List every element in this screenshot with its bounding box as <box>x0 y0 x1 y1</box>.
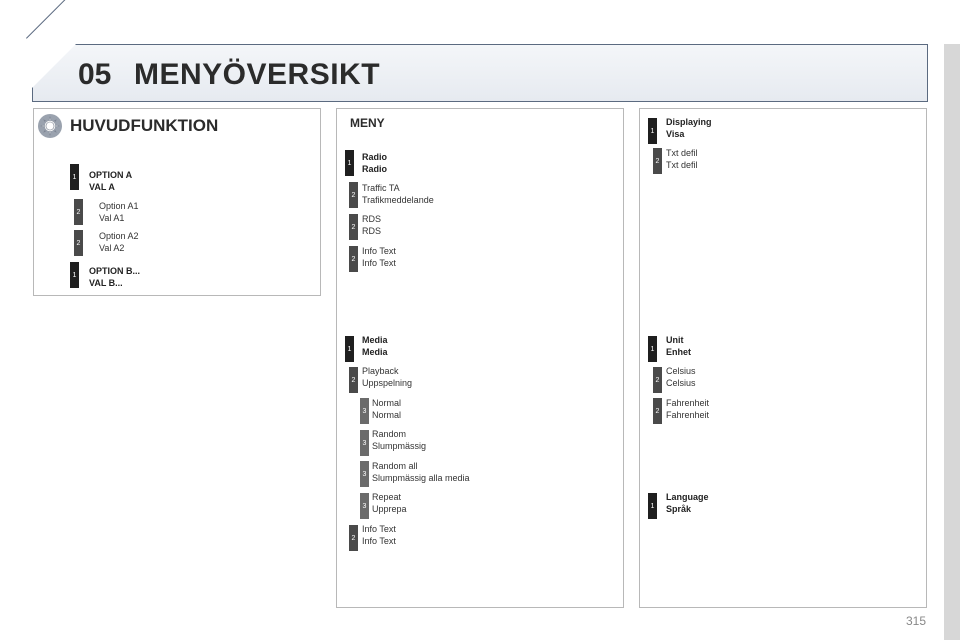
settings-gear-icon <box>38 114 62 138</box>
level-badge: 3 <box>360 430 369 456</box>
item-label: OPTION A <box>89 170 133 180</box>
item-label: Playback <box>362 366 399 376</box>
list-item: RDS RDS <box>362 213 381 237</box>
item-label: Option A2 <box>99 231 139 241</box>
item-label: Repeat <box>372 492 402 502</box>
list-item: Language Språk <box>666 491 709 515</box>
item-label: Media <box>362 335 388 345</box>
item-label-translation: Info Text <box>362 536 396 546</box>
item-label: Txt defil <box>666 148 698 158</box>
level-badge: 1 <box>345 150 354 176</box>
item-label: Info Text <box>362 246 396 256</box>
level-badge: 2 <box>349 246 358 272</box>
list-item: Celsius Celsius <box>666 365 696 389</box>
item-label-translation: RDS <box>362 226 382 236</box>
item-label-translation: Fahrenheit <box>666 410 710 420</box>
list-item: Repeat Upprepa <box>372 491 407 515</box>
level-badge: 3 <box>360 398 369 424</box>
item-label: Celsius <box>666 366 696 376</box>
list-item: OPTION B... VAL B... <box>89 265 140 289</box>
item-label: Normal <box>372 398 402 408</box>
list-item: Txt defil Txt defil <box>666 147 698 171</box>
item-label: Radio <box>362 152 388 162</box>
item-label-translation: Visa <box>666 129 685 139</box>
item-label: Random <box>372 429 407 439</box>
item-label: Traffic TA <box>362 183 400 193</box>
item-label-translation: Uppspelning <box>362 378 413 388</box>
list-item: Random Slumpmässig <box>372 428 426 452</box>
level-badge: 2 <box>74 230 83 256</box>
item-label-translation: VAL A <box>89 182 115 192</box>
list-item: Playback Uppspelning <box>362 365 412 389</box>
item-label-translation: Media <box>362 347 388 357</box>
page-number: 315 <box>906 614 927 628</box>
item-label-translation: Trafikmeddelande <box>362 195 434 205</box>
level-badge: 2 <box>653 367 662 393</box>
item-label-translation: Slumpmässig <box>372 441 427 451</box>
item-label-translation: Enhet <box>666 347 692 357</box>
page-title: MENYÖVERSIKT <box>134 58 381 91</box>
item-label-translation: Val A2 <box>99 243 125 253</box>
level-badge: 3 <box>360 461 369 487</box>
level-badge: 1 <box>648 336 657 362</box>
list-item: Info Text Info Text <box>362 523 396 547</box>
list-item: Media Media <box>362 334 388 358</box>
level-badge: 2 <box>653 398 662 424</box>
item-label-translation: Slumpmässig alla media <box>372 473 470 483</box>
item-label: OPTION B... <box>89 266 141 276</box>
level-badge: 2 <box>349 525 358 551</box>
list-item: OPTION A VAL A <box>89 169 132 193</box>
item-label-translation: Info Text <box>362 258 396 268</box>
list-item: Random all Slumpmässig alla media <box>372 460 470 484</box>
item-label-translation: Txt defil <box>666 160 698 170</box>
level-badge: 2 <box>74 199 83 225</box>
list-item: Radio Radio <box>362 151 387 175</box>
level-badge: 2 <box>349 182 358 208</box>
item-label-translation: VAL B... <box>89 278 123 288</box>
menu-title: MENY <box>350 116 385 130</box>
chapter-number: 05 <box>78 58 112 91</box>
item-label: Unit <box>666 335 684 345</box>
item-label-translation: Celsius <box>666 378 696 388</box>
item-label-translation: Språk <box>666 504 692 514</box>
level-badge: 2 <box>349 214 358 240</box>
item-label: Info Text <box>362 524 396 534</box>
item-label: Displaying <box>666 117 712 127</box>
item-label-translation: Upprepa <box>372 504 407 514</box>
item-label-translation: Radio <box>362 164 388 174</box>
list-item: Traffic TA Trafikmeddelande <box>362 182 434 206</box>
list-item: Info Text Info Text <box>362 245 396 269</box>
level-badge: 1 <box>345 336 354 362</box>
level-badge: 3 <box>360 493 369 519</box>
list-item: Unit Enhet <box>666 334 691 358</box>
item-label: Fahrenheit <box>666 398 710 408</box>
level-badge: 2 <box>349 367 358 393</box>
list-item: Option A2 Val A2 <box>99 230 139 254</box>
main-function-title: HUVUDFUNKTION <box>70 116 219 135</box>
level-badge: 1 <box>70 262 79 288</box>
level-badge: 1 <box>648 118 657 144</box>
list-item: Fahrenheit Fahrenheit <box>666 397 709 421</box>
item-label-translation: Normal <box>372 410 402 420</box>
item-label: RDS <box>362 214 382 224</box>
item-label-translation: Val A1 <box>99 213 125 223</box>
list-item: Displaying Visa <box>666 116 712 140</box>
settings-panel <box>639 108 927 608</box>
page-edge-strip <box>944 44 960 640</box>
item-label: Option A1 <box>99 201 139 211</box>
level-badge: 1 <box>648 493 657 519</box>
item-label: Language <box>666 492 709 502</box>
level-badge: 2 <box>653 148 662 174</box>
list-item: Option A1 Val A1 <box>99 200 139 224</box>
level-badge: 1 <box>70 164 79 190</box>
list-item: Normal Normal <box>372 397 401 421</box>
item-label: Random all <box>372 461 418 471</box>
